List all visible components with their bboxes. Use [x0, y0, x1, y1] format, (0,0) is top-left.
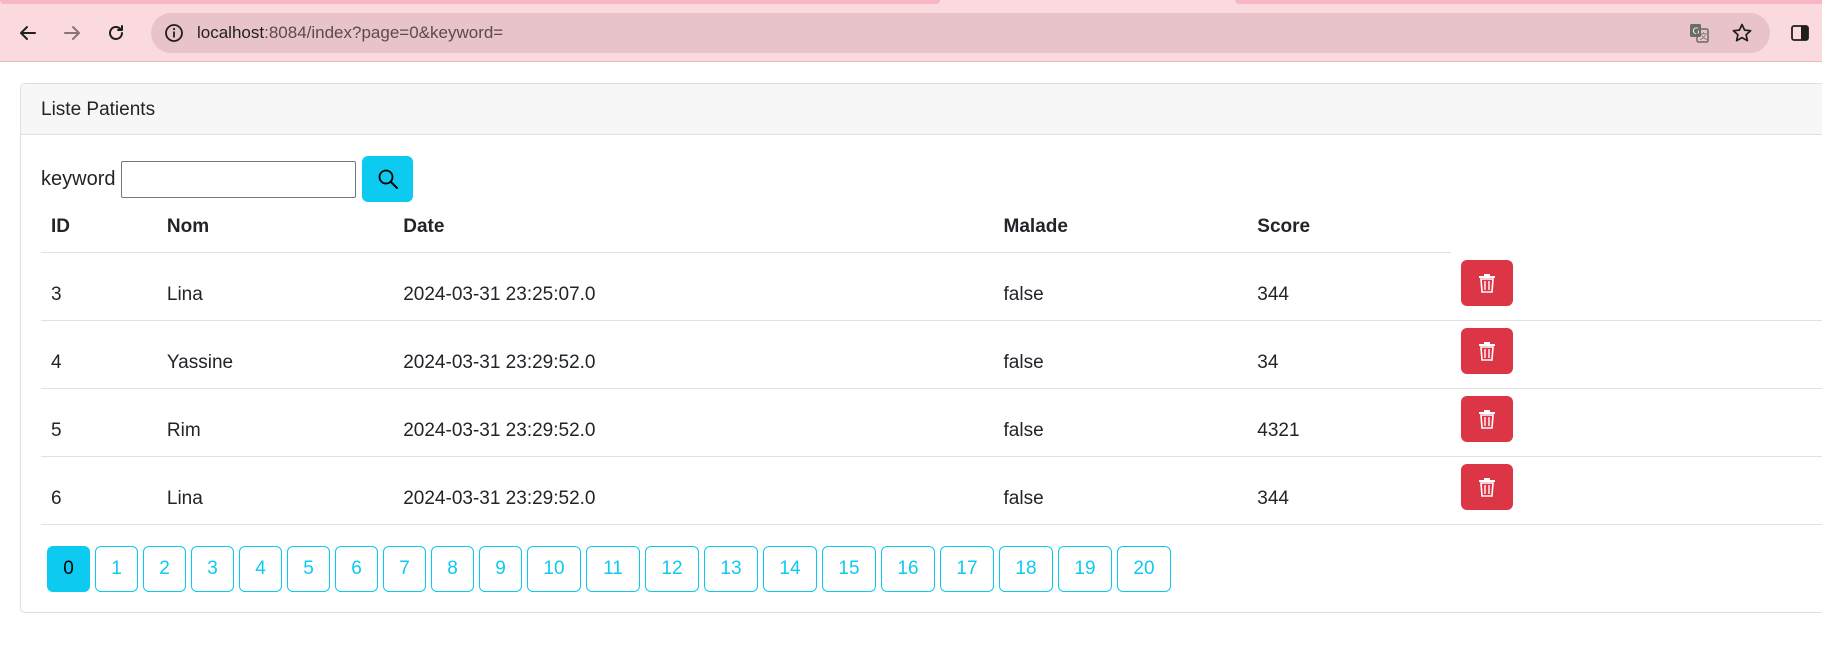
page-link-17[interactable]: 17 — [940, 546, 994, 592]
trash-icon — [1479, 273, 1496, 293]
cell-id: 6 — [41, 456, 157, 525]
delete-button[interactable] — [1461, 396, 1514, 442]
page-link-15[interactable]: 15 — [822, 546, 876, 592]
site-info-icon[interactable] — [161, 20, 187, 46]
url-host: localhost — [197, 23, 265, 42]
trash-icon — [1479, 478, 1496, 497]
patients-table: ID Nom Date Malade Score 3 Lina 2024-03-… — [41, 202, 1822, 525]
page-link-8[interactable]: 8 — [431, 546, 474, 592]
back-button[interactable] — [12, 17, 44, 49]
cell-date: 2024-03-31 23:29:52.0 — [393, 320, 994, 389]
address-bar[interactable]: localhost:8084/index?page=0&keyword= G文 — [151, 13, 1770, 53]
cell-nom: Yassine — [156, 320, 394, 389]
trash-icon — [1479, 410, 1496, 429]
cell-nom: Lina — [156, 252, 394, 321]
header-date: Date — [393, 202, 994, 253]
header-malade: Malade — [993, 202, 1248, 253]
browser-toolbar: localhost:8084/index?page=0&keyword= G文 — [0, 4, 1822, 62]
cell-date: 2024-03-31 23:29:52.0 — [393, 456, 994, 525]
svg-text:文: 文 — [1700, 31, 1708, 41]
table-header-row: ID Nom Date Malade Score — [41, 202, 1822, 253]
cell-score: 344 — [1247, 252, 1452, 321]
cell-malade: false — [993, 252, 1248, 321]
search-form: keyword — [41, 156, 414, 202]
page-link-9[interactable]: 9 — [479, 546, 522, 592]
cell-id: 3 — [41, 252, 157, 321]
forward-arrow-icon — [64, 26, 80, 40]
cell-action — [1451, 388, 1822, 457]
search-label: keyword — [41, 167, 116, 190]
header-nom: Nom — [156, 202, 394, 253]
back-arrow-icon — [20, 26, 36, 40]
pagination: 0 1 2 3 4 5 6 7 8 9 10 11 12 13 14 15 16… — [47, 546, 1171, 592]
cell-score: 34 — [1247, 320, 1452, 389]
cell-id: 5 — [41, 388, 157, 457]
table-row: 6 Lina 2024-03-31 23:29:52.0 false 344 — [41, 456, 1822, 525]
page-link-16[interactable]: 16 — [881, 546, 935, 592]
cell-malade: false — [993, 388, 1248, 457]
cell-malade: false — [993, 456, 1248, 525]
cell-nom: Rim — [156, 388, 394, 457]
cell-action — [1451, 320, 1822, 389]
table-row: 4 Yassine 2024-03-31 23:29:52.0 false 34 — [41, 320, 1822, 389]
cell-malade: false — [993, 320, 1248, 389]
page-link-2[interactable]: 2 — [143, 546, 186, 592]
reload-icon — [109, 25, 123, 40]
page-link-3[interactable]: 3 — [191, 546, 234, 592]
page-link-6[interactable]: 6 — [335, 546, 378, 592]
trash-icon — [1479, 342, 1496, 361]
translate-icon[interactable]: G文 — [1687, 21, 1711, 45]
cell-score: 344 — [1247, 456, 1452, 525]
table-row: 5 Rim 2024-03-31 23:29:52.0 false 4321 — [41, 388, 1822, 457]
page-link-1[interactable]: 1 — [95, 546, 138, 592]
bookmark-star-icon[interactable] — [1730, 21, 1754, 45]
search-input[interactable] — [121, 160, 357, 198]
page-link-20[interactable]: 20 — [1117, 546, 1171, 592]
search-icon — [378, 169, 398, 189]
page-link-11[interactable]: 11 — [586, 546, 640, 592]
header-actions — [1451, 202, 1822, 252]
search-button[interactable] — [362, 156, 414, 202]
url-text[interactable]: localhost:8084/index?page=0&keyword= — [197, 13, 503, 53]
page-link-12[interactable]: 12 — [645, 546, 699, 592]
table-row: 3 Lina 2024-03-31 23:25:07.0 false 344 — [41, 252, 1822, 321]
cell-date: 2024-03-31 23:25:07.0 — [393, 252, 994, 321]
cell-action — [1451, 252, 1822, 321]
page-link-4[interactable]: 4 — [239, 546, 282, 592]
patients-card: Liste Patients keyword ID Nom Date Malad… — [20, 83, 1822, 613]
forward-button[interactable] — [56, 17, 88, 49]
page-link-5[interactable]: 5 — [287, 546, 330, 592]
reload-button[interactable] — [100, 17, 132, 49]
page-link-10[interactable]: 10 — [527, 546, 581, 592]
page-link-13[interactable]: 13 — [704, 546, 758, 592]
delete-button[interactable] — [1461, 259, 1514, 306]
cell-action — [1451, 456, 1822, 525]
cell-score: 4321 — [1247, 388, 1452, 457]
delete-button[interactable] — [1461, 328, 1514, 374]
cell-date: 2024-03-31 23:29:52.0 — [393, 388, 994, 457]
page-link-18[interactable]: 18 — [999, 546, 1053, 592]
page-link-19[interactable]: 19 — [1058, 546, 1112, 592]
url-path: :8084/index?page=0&keyword= — [264, 23, 504, 42]
page-link-14[interactable]: 14 — [763, 546, 817, 592]
header-id: ID — [41, 202, 157, 253]
cell-id: 4 — [41, 320, 157, 389]
header-score: Score — [1247, 202, 1452, 253]
page-link-0[interactable]: 0 — [47, 546, 90, 592]
cell-nom: Lina — [156, 456, 394, 525]
page-link-7[interactable]: 7 — [383, 546, 426, 592]
side-panel-icon[interactable] — [1788, 21, 1812, 45]
card-title: Liste Patients — [21, 84, 1822, 135]
delete-button[interactable] — [1461, 464, 1514, 510]
